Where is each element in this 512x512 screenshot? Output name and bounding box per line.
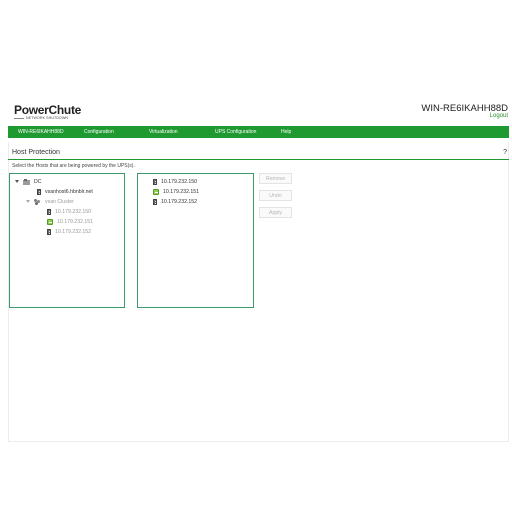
selected-host-label: 10.179.232.152 xyxy=(161,198,198,205)
protected-hosts-panel: 10.179.232.150 10.179.232.151 10.179.232… xyxy=(137,173,254,308)
server-icon xyxy=(47,208,51,215)
server-icon xyxy=(153,178,157,185)
expand-icon[interactable] xyxy=(26,200,30,203)
tree-node-cluster-host: 10.179.232.151 xyxy=(47,217,93,226)
selected-host-label: 10.179.232.150 xyxy=(161,178,198,185)
server-online-icon xyxy=(47,218,53,225)
selected-host-item[interactable]: 10.179.232.151 xyxy=(153,187,199,196)
tree-node-datacenter[interactable]: DC xyxy=(15,177,42,186)
undo-button[interactable]: Undo xyxy=(259,190,292,201)
tree-label-cluster: vsan Cluster xyxy=(45,198,74,205)
logo-title: PowerChute xyxy=(14,103,82,117)
apply-button[interactable]: Apply xyxy=(259,207,292,218)
datacenter-icon xyxy=(23,178,30,185)
tree-node-host[interactable]: vsanhost6.hbnblr.net xyxy=(37,187,93,196)
available-hosts-panel: DC vsanhost6.hbnblr.net vsan Cluster 10.… xyxy=(9,173,125,308)
tree-label-cluster-host: 10.179.232.150 xyxy=(55,208,92,215)
tree-label-cluster-host: 10.179.232.152 xyxy=(55,228,92,235)
server-online-icon xyxy=(153,188,159,195)
tree-node-cluster[interactable]: vsan Cluster xyxy=(26,197,74,206)
logo-subtitle: NETWORK SHUTDOWN xyxy=(26,116,69,120)
section-divider xyxy=(8,159,509,160)
instruction-text: Select the Hosts that are being powered … xyxy=(12,163,135,169)
page-title: Host Protection xyxy=(12,149,60,156)
logo-line xyxy=(14,117,24,119)
nav-item-configuration[interactable]: Configuration xyxy=(84,129,114,135)
tree-node-cluster-host: 10.179.232.152 xyxy=(47,227,91,236)
tree-label-host: vsanhost6.hbnblr.net xyxy=(45,188,93,195)
server-icon xyxy=(47,228,51,235)
tree-label-cluster-host: 10.179.232.151 xyxy=(57,218,94,225)
selected-host-label: 10.179.232.151 xyxy=(163,188,200,195)
powerchute-logo: PowerChute NETWORK SHUTDOWN xyxy=(14,103,81,120)
nav-item-virtualization[interactable]: Virtualization xyxy=(149,129,178,135)
server-icon xyxy=(37,188,41,195)
nav-item-ups-configuration[interactable]: UPS Configuration xyxy=(215,129,256,135)
remove-button[interactable]: Remove xyxy=(259,173,292,184)
selected-host-item[interactable]: 10.179.232.152 xyxy=(153,197,197,206)
expand-icon[interactable] xyxy=(15,180,19,183)
tree-node-cluster-host: 10.179.232.150 xyxy=(47,207,91,216)
selected-host-item[interactable]: 10.179.232.150 xyxy=(153,177,197,186)
help-icon[interactable]: ? xyxy=(503,149,507,156)
tree-label-datacenter: DC xyxy=(34,178,42,185)
nav-item-host[interactable]: WIN-RE6IKAHH88D xyxy=(18,129,64,135)
logout-link[interactable]: Logout xyxy=(490,113,508,119)
cluster-icon xyxy=(34,198,41,205)
main-nav: WIN-RE6IKAHH88D Configuration Virtualiza… xyxy=(8,126,509,138)
server-icon xyxy=(153,198,157,205)
nav-item-help[interactable]: Help xyxy=(281,129,291,135)
